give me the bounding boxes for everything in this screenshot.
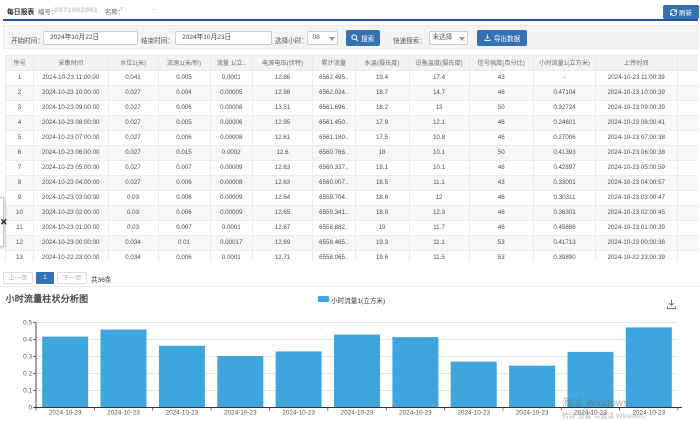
svg-text:2024-10-23: 2024-10-23 <box>166 410 199 417</box>
svg-text:2024-10-23: 2024-10-23 <box>399 410 432 417</box>
svg-text:2024-10-23: 2024-10-23 <box>282 410 315 417</box>
svg-text:0.4: 0.4 <box>23 337 32 344</box>
svg-text:2024-10-23: 2024-10-23 <box>457 410 490 417</box>
svg-text:2024-10-23: 2024-10-23 <box>107 410 140 417</box>
svg-text:2024-10-23: 2024-10-23 <box>516 410 549 417</box>
svg-text:2024-10-23: 2024-10-23 <box>341 410 374 417</box>
svg-text:0.2: 0.2 <box>23 371 32 378</box>
svg-text:0: 0 <box>28 405 32 412</box>
svg-text:2024-10-23: 2024-10-23 <box>224 410 257 417</box>
svg-text:0.5: 0.5 <box>23 320 32 327</box>
svg-text:0.1: 0.1 <box>23 388 32 395</box>
svg-text:2024-10-23: 2024-10-23 <box>49 410 82 417</box>
svg-text:0.3: 0.3 <box>23 354 32 361</box>
